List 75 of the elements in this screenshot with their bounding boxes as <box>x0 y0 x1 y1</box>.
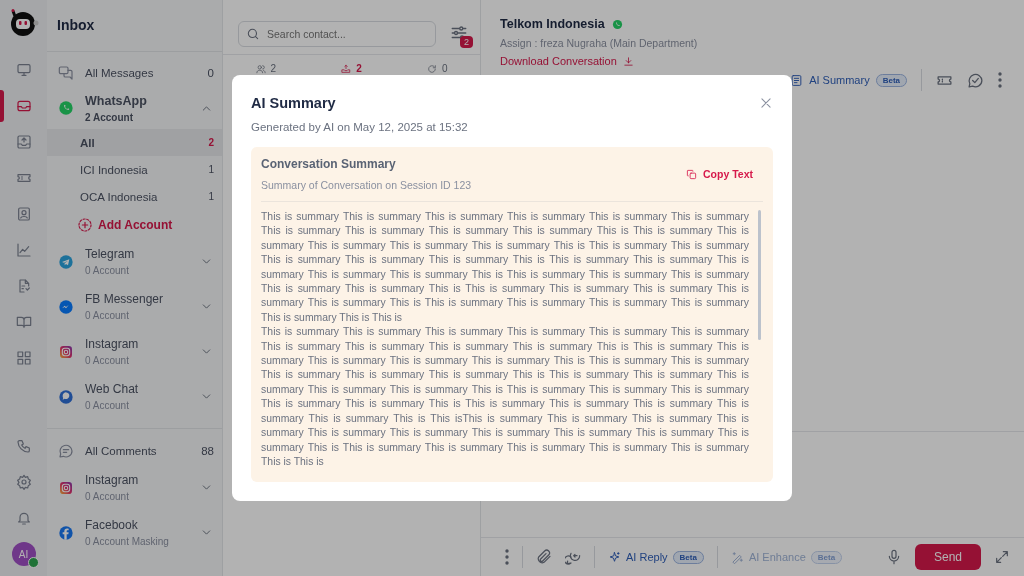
contact-icon[interactable] <box>15 206 32 222</box>
card-title: Conversation Summary <box>261 157 397 171</box>
magic-wand-icon <box>730 550 744 564</box>
ai-reply-button[interactable]: AI Reply Beta <box>608 550 704 564</box>
modal-title: AI Summary <box>251 95 336 111</box>
monitor-icon[interactable] <box>15 62 32 78</box>
close-icon <box>759 96 773 110</box>
more-icon[interactable] <box>998 72 1002 88</box>
scrollbar-thumb[interactable] <box>758 210 761 340</box>
add-circle-icon <box>77 216 93 233</box>
search-field[interactable]: Search contact... <box>238 21 436 47</box>
grid-icon[interactable] <box>15 350 32 366</box>
channel-item[interactable]: Facebook 0 Account Masking <box>47 510 222 555</box>
copy-icon <box>686 168 697 180</box>
filter-tab[interactable]: 0 <box>394 63 480 74</box>
channel-item[interactable]: WhatsApp 2 Account <box>47 87 222 129</box>
bell-icon[interactable] <box>15 510 32 526</box>
account-item[interactable]: OCA Indonesia 1 <box>47 183 222 210</box>
more-icon[interactable] <box>505 549 509 565</box>
messages-icon <box>58 65 74 81</box>
ai-summary-button[interactable]: AI Summary Beta <box>790 73 907 87</box>
whatsapp-icon <box>58 100 74 116</box>
assignee-text: Assign : freza Nugraha (Main Department) <box>500 37 699 49</box>
paperclip-icon[interactable] <box>536 549 552 565</box>
copy-text-button[interactable]: Copy Text <box>686 168 763 180</box>
inbox-upload-icon <box>341 63 352 74</box>
contact-name: Telkom Indonesia <box>500 17 605 31</box>
all-messages-item[interactable]: All Messages 0 <box>47 59 222 87</box>
filter-count-badge: 2 <box>460 36 473 48</box>
generated-info: Generated by AI on May 12, 2025 at 15:32 <box>251 121 469 133</box>
chat-bubble-icon <box>58 388 74 405</box>
all-messages-item[interactable]: All Comments 88 <box>47 437 222 465</box>
account-item[interactable]: All 2 <box>47 129 222 156</box>
channel-item[interactable]: Telegram 0 Account <box>47 239 222 284</box>
expand-icon[interactable] <box>994 549 1010 565</box>
users-icon <box>255 63 266 74</box>
check-bubble-icon[interactable] <box>967 71 984 89</box>
channel-item[interactable]: FB Messenger 0 Account <box>47 284 222 329</box>
close-button[interactable] <box>759 96 773 110</box>
download-conversation-link[interactable]: Download Conversation <box>500 55 634 67</box>
send-button[interactable]: Send <box>915 544 981 570</box>
comment-icon <box>58 443 74 459</box>
sparkle-icon <box>608 550 621 564</box>
beta-badge: Beta <box>875 73 907 87</box>
settings-icon[interactable] <box>15 474 32 490</box>
instagram-icon <box>58 343 74 360</box>
download-icon <box>622 55 634 67</box>
search-icon <box>246 27 260 41</box>
card-subtitle: Summary of Conversation on Session ID 123 <box>261 179 472 191</box>
beta-badge: Beta <box>672 550 704 564</box>
summary-paragraph: This is summary This is summary This is summary This is summary This is summary This is summary This is summary This is summary This is summary This is summary This is This is summary This is summary This is summary This is summary This is summary This is This is summary This is summary This is summary This is summary This is summary This is This is summary This is summary This is summary This is summary This is summary This is This is summary This is summary This is summary This is summary This is summary This is This is summary This is summary This is summary This is summary This is summary This is This is summary This is summary This is summary This is summary This is summary This is This is <box>261 210 749 325</box>
channel-item[interactable]: Instagram 0 Account <box>47 329 222 374</box>
filter-tab[interactable]: 2 <box>308 63 395 74</box>
add-account-link[interactable]: Add Account <box>47 210 222 239</box>
filter-tab[interactable]: 2 <box>223 63 309 74</box>
summary-paragraph: This is summary This is summary This is summary This is summary This is summary This is summary This is summary This is summary This is summary This is summary This is This is summary This is summary This is summary This is summary This is summary This is This is summary This is summary This is summary This is summary This is summary This is This is summary This is summary This is summary This is summary This is summary This is This is summary This is summary This is summary This is summary This is summary This is This is summary This is summary This is summary This is summary This is summary This is This isThis is summary This is summary This is summary This is summary This is summary This is summary This is summary This is summary This is summary This is summary This is This is summary This is summary This is summary This is summary This is summary This is This is <box>261 325 749 469</box>
user-avatar[interactable]: AI <box>11 542 36 566</box>
robot-logo[interactable] <box>8 8 39 38</box>
refresh-icon <box>426 63 437 74</box>
account-item[interactable]: ICI Indonesia 1 <box>47 156 222 183</box>
inbox-icon[interactable] <box>15 98 32 114</box>
facebook-icon <box>58 524 74 541</box>
inbox-title: Inbox <box>47 0 222 52</box>
upload-icon[interactable] <box>15 134 32 150</box>
instagram-icon <box>58 479 74 496</box>
chart-icon[interactable] <box>15 242 32 258</box>
phone-icon[interactable] <box>15 438 32 454</box>
microphone-icon[interactable] <box>886 549 902 565</box>
channel-item[interactable]: Web Chat 0 Account <box>47 374 222 419</box>
document-icon <box>790 73 804 87</box>
messenger-icon <box>58 298 74 315</box>
whatsapp-icon <box>611 18 623 30</box>
paper-plane-icon <box>58 253 74 270</box>
book-icon[interactable] <box>15 314 32 330</box>
channel-item[interactable]: Instagram 0 Account <box>47 465 222 510</box>
